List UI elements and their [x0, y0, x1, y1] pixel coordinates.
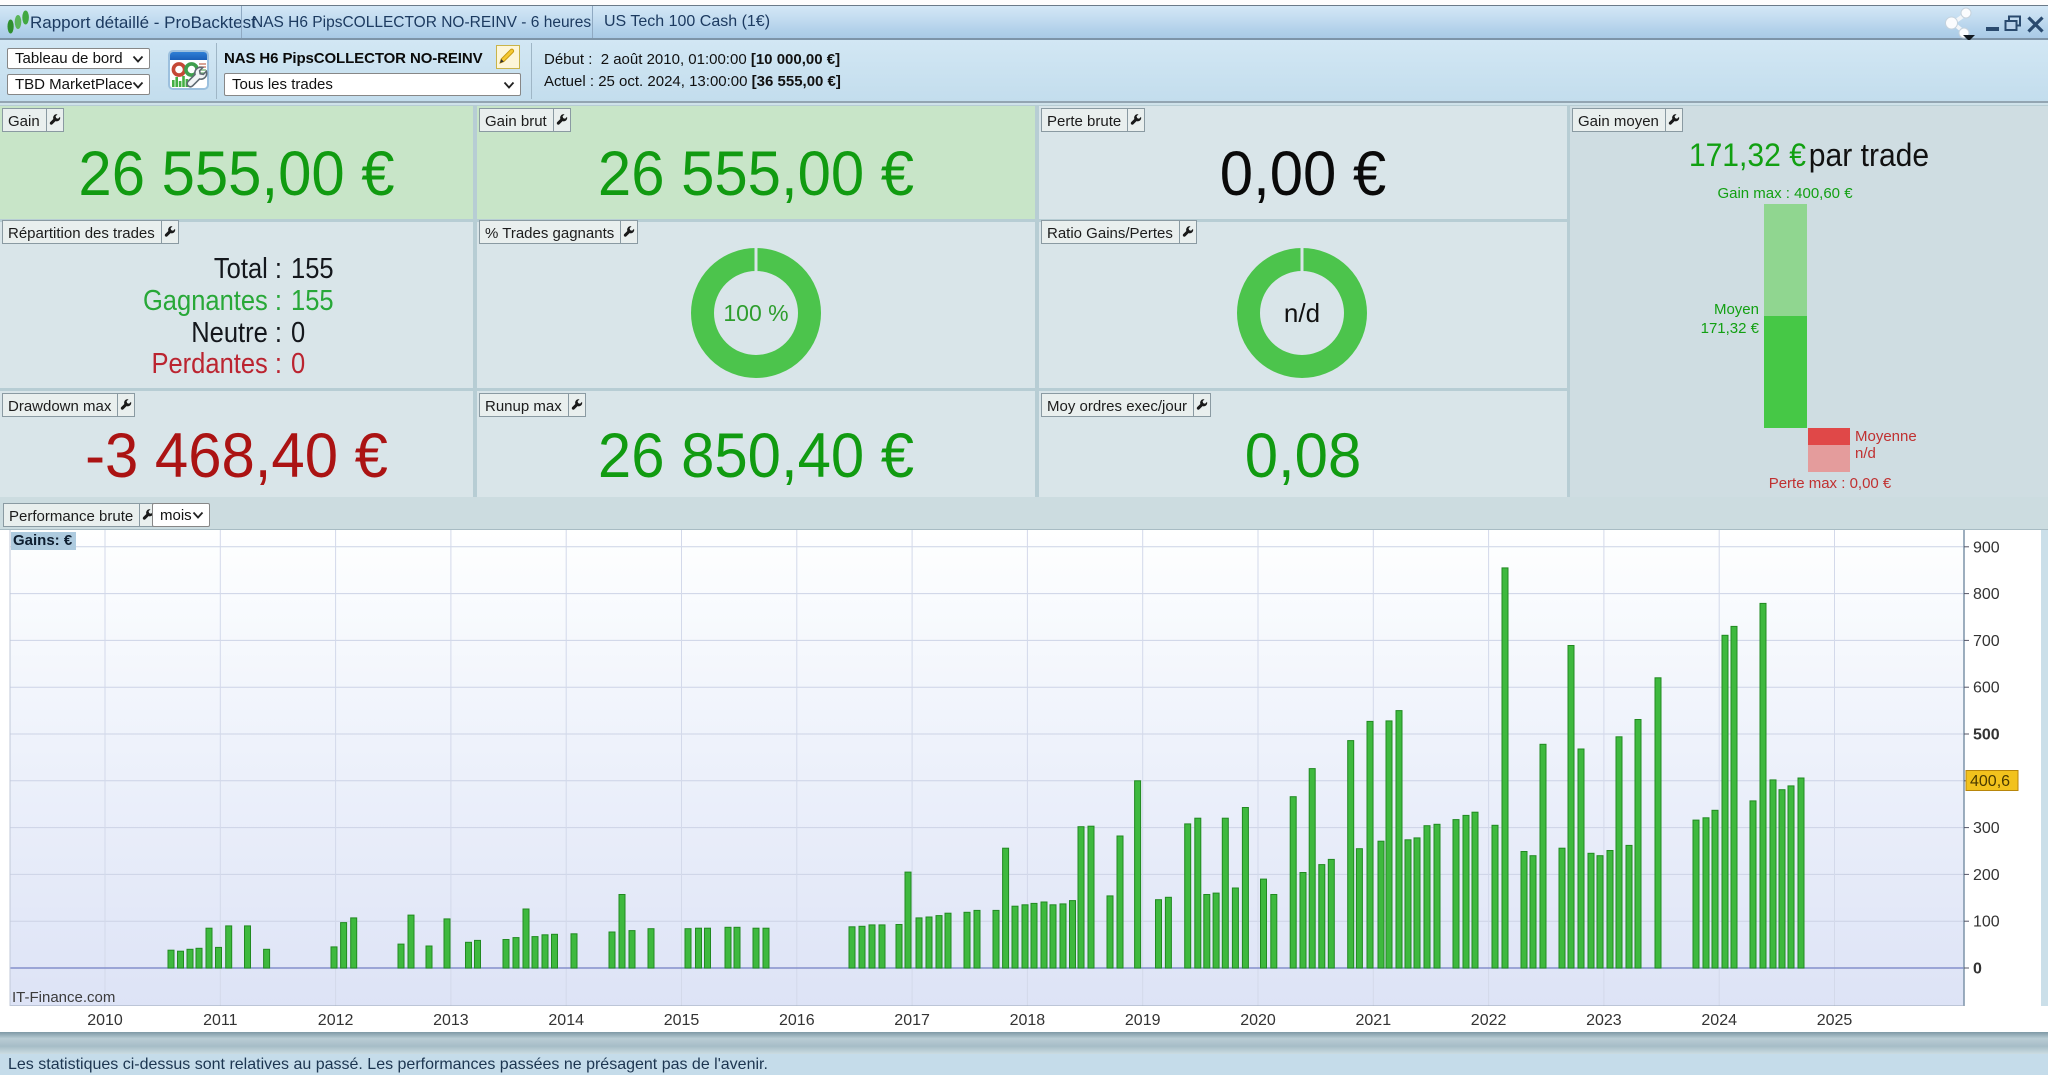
- svg-text:2019: 2019: [1125, 1012, 1161, 1029]
- svg-text:300: 300: [1973, 820, 2000, 837]
- svg-text:2016: 2016: [779, 1012, 815, 1029]
- svg-text:2010: 2010: [87, 1012, 123, 1029]
- svg-text:500: 500: [1973, 727, 2000, 744]
- svg-text:2013: 2013: [433, 1012, 469, 1029]
- svg-text:100: 100: [1973, 914, 2000, 931]
- svg-text:2024: 2024: [1701, 1012, 1737, 1029]
- svg-text:2018: 2018: [1010, 1012, 1046, 1029]
- svg-text:2017: 2017: [894, 1012, 930, 1029]
- svg-text:2023: 2023: [1586, 1012, 1622, 1029]
- svg-text:2025: 2025: [1817, 1012, 1853, 1029]
- svg-text:n/d: n/d: [1284, 298, 1320, 328]
- svg-text:200: 200: [1973, 867, 2000, 884]
- svg-text:100 %: 100 %: [723, 300, 788, 326]
- svg-text:0: 0: [1973, 961, 1982, 978]
- svg-text:2015: 2015: [664, 1012, 700, 1029]
- svg-text:2021: 2021: [1356, 1012, 1392, 1029]
- svg-text:2020: 2020: [1240, 1012, 1276, 1029]
- svg-text:900: 900: [1973, 539, 2000, 556]
- svg-text:2014: 2014: [548, 1012, 584, 1029]
- svg-text:2011: 2011: [203, 1012, 238, 1029]
- svg-text:2012: 2012: [318, 1012, 354, 1029]
- svg-text:700: 700: [1973, 633, 2000, 650]
- svg-text:800: 800: [1973, 586, 2000, 603]
- svg-text:400,6: 400,6: [1970, 773, 2010, 790]
- svg-text:2022: 2022: [1471, 1012, 1507, 1029]
- svg-text:IT-Finance.com: IT-Finance.com: [12, 989, 115, 1006]
- svg-text:600: 600: [1973, 680, 2000, 697]
